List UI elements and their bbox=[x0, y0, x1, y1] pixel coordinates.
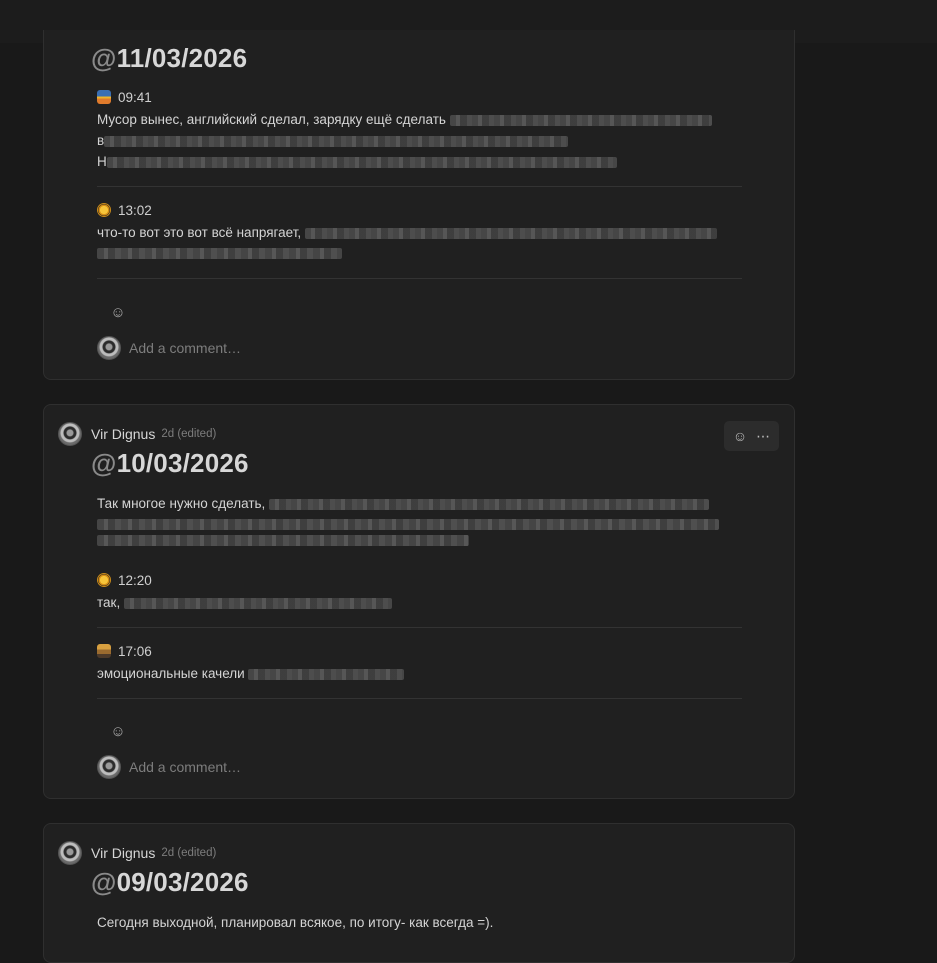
author-name[interactable]: Vir Dignus bbox=[91, 845, 155, 861]
entry-text: эмоциональные качели bbox=[97, 663, 742, 684]
divider bbox=[97, 186, 742, 187]
redacted-text bbox=[104, 135, 569, 147]
comment-row bbox=[97, 755, 529, 779]
redacted-text bbox=[106, 156, 617, 168]
post-actions: ☺ ⋯ bbox=[724, 421, 779, 451]
post-meta: 2d (edited) bbox=[161, 428, 217, 440]
entry-time: 13:02 bbox=[118, 202, 152, 218]
sunrise-icon bbox=[97, 90, 111, 104]
divider bbox=[97, 627, 742, 628]
post-meta: 2d (edited) bbox=[161, 847, 217, 859]
comment-input[interactable] bbox=[129, 340, 529, 356]
redacted-text bbox=[97, 248, 342, 259]
divider bbox=[97, 278, 742, 279]
journal-entry: 09:41 Мусор вынес, английский сделал, за… bbox=[97, 88, 742, 172]
journal-entry: 17:06 эмоциональные качели bbox=[97, 642, 742, 684]
sun-icon bbox=[97, 573, 111, 587]
comment-row bbox=[97, 336, 529, 360]
post-card: @11/03/2026 09:41 Мусор вынес, английски… bbox=[43, 30, 795, 380]
redacted-text bbox=[123, 597, 392, 609]
post-card: Vir Dignus 2d (edited) @09/03/2026 Сегод… bbox=[43, 823, 795, 963]
entry-text: Так многое нужно сделать, bbox=[97, 493, 742, 546]
add-reaction-icon[interactable]: ☺ bbox=[107, 301, 129, 323]
redacted-text bbox=[97, 535, 469, 546]
avatar[interactable] bbox=[58, 841, 82, 865]
author-name[interactable]: Vir Dignus bbox=[91, 426, 155, 442]
post-intro: Так многое нужно сделать, bbox=[97, 490, 742, 551]
post-header: Vir Dignus 2d (edited) bbox=[58, 421, 216, 447]
avatar bbox=[97, 336, 121, 360]
redacted-text bbox=[269, 498, 710, 510]
redacted-text bbox=[248, 668, 405, 680]
comment-input[interactable] bbox=[129, 759, 529, 775]
feed: @11/03/2026 09:41 Мусор вынес, английски… bbox=[0, 0, 937, 963]
post-title: @09/03/2026 bbox=[91, 867, 249, 897]
post-title: @10/03/2026 bbox=[91, 448, 249, 478]
add-reaction-icon[interactable]: ☺ bbox=[733, 429, 747, 443]
redacted-text bbox=[304, 227, 717, 239]
avatar bbox=[97, 755, 121, 779]
add-reaction-icon[interactable]: ☺ bbox=[107, 720, 129, 742]
journal-entry: 13:02 что-то вот это вот всё напрягает, bbox=[97, 201, 742, 264]
entry-text: Сегодня выходной, планировал всякое, по … bbox=[97, 915, 494, 930]
sunset-icon bbox=[97, 644, 111, 658]
post-header: Vir Dignus 2d (edited) bbox=[58, 840, 216, 866]
entry-text: что-то вот это вот всё напрягает, bbox=[97, 222, 742, 259]
sun-icon bbox=[97, 203, 111, 217]
post-intro: Сегодня выходной, планировал всякое, по … bbox=[97, 909, 742, 933]
entry-time: 09:41 bbox=[118, 89, 152, 105]
redacted-text bbox=[449, 114, 712, 126]
redacted-text bbox=[97, 519, 719, 530]
post-card: Vir Dignus 2d (edited) ☺ ⋯ @10/03/2026 Т… bbox=[43, 404, 795, 799]
avatar[interactable] bbox=[58, 422, 82, 446]
journal-entry: 12:20 так, bbox=[97, 571, 742, 613]
post-title: @11/03/2026 bbox=[91, 43, 248, 73]
entry-text: Мусор вынес, английский сделал, зарядку … bbox=[97, 109, 742, 172]
more-options-icon[interactable]: ⋯ bbox=[756, 429, 770, 443]
entry-time: 12:20 bbox=[118, 572, 152, 588]
divider bbox=[97, 698, 742, 699]
entry-time: 17:06 bbox=[118, 643, 152, 659]
entry-text: так, bbox=[97, 592, 742, 613]
